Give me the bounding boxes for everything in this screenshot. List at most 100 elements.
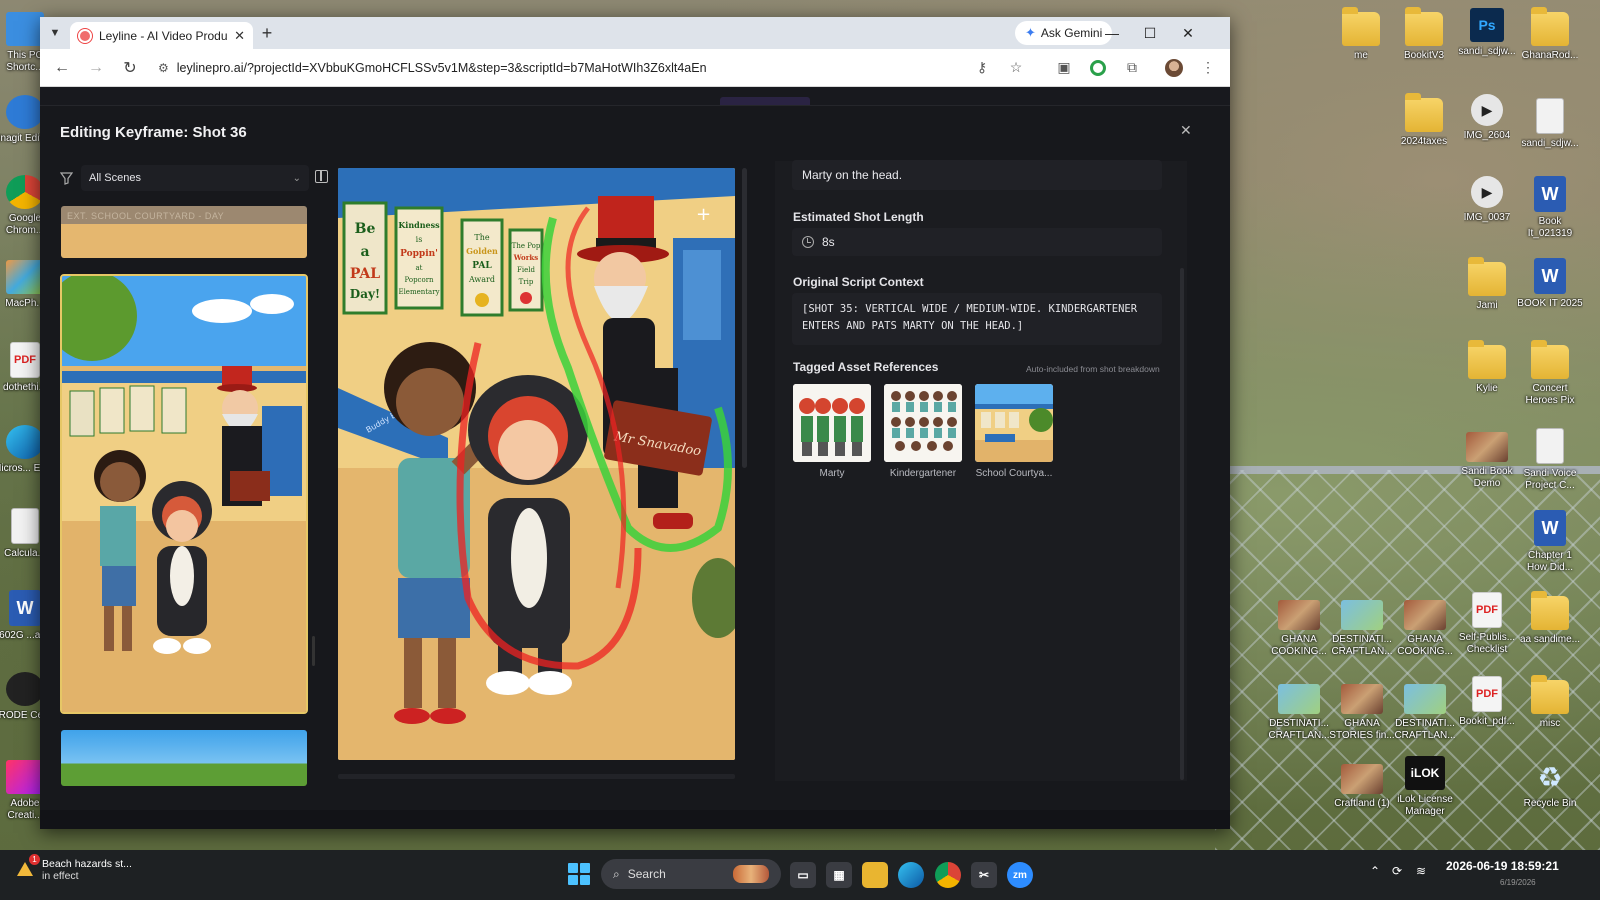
tab-search-button[interactable]: ▼ bbox=[40, 17, 70, 49]
tray-app-icon[interactable]: ⟳ bbox=[1392, 864, 1402, 878]
desktop-icon-destination-1[interactable]: DESTINATI... CRAFTLAN... bbox=[1329, 600, 1395, 658]
keyframe-thumbnail-selected[interactable] bbox=[60, 274, 308, 714]
calculator-taskbar-icon[interactable]: ▦ bbox=[826, 862, 852, 888]
chrome-taskbar-icon[interactable] bbox=[935, 862, 961, 888]
menu-kebab-icon[interactable]: ⋮ bbox=[1194, 54, 1222, 82]
desktop-icon-destination-2[interactable]: DESTINATI... CRAFTLAN... bbox=[1266, 684, 1332, 742]
svg-text:Elementary: Elementary bbox=[398, 288, 439, 296]
ilok-icon: iLOK bbox=[1405, 756, 1445, 790]
word-icon: W bbox=[1534, 176, 1566, 212]
shot-prompt-text: Marty on the head. bbox=[802, 168, 903, 182]
app-header-strip bbox=[40, 87, 1230, 105]
desktop-icon-ghanarod[interactable]: GhanaRod... bbox=[1517, 7, 1583, 62]
close-modal-button[interactable]: ✕ bbox=[1180, 122, 1192, 139]
document-icon bbox=[1536, 428, 1564, 464]
grammarly-extension-icon[interactable] bbox=[1084, 54, 1112, 82]
pdf-icon: PDF bbox=[10, 342, 40, 378]
desktop-icon-ghana-cooking-1[interactable]: GHANA COOKING... bbox=[1266, 600, 1332, 658]
start-button[interactable] bbox=[568, 863, 590, 885]
address-bar[interactable]: ⚙ leylinepro.ai/?projectId=XVbbuKGmoHCFL… bbox=[150, 54, 962, 82]
search-placeholder: Search bbox=[627, 867, 666, 881]
asset-name: School Courtya... bbox=[975, 468, 1053, 479]
toggle-panel-icon[interactable] bbox=[315, 170, 328, 183]
desktop-icon-kylie[interactable]: Kylie bbox=[1454, 340, 1520, 395]
extension-icon[interactable]: ▣ bbox=[1050, 54, 1078, 82]
desktop-icon-bookitv3[interactable]: BookitV3 bbox=[1391, 7, 1457, 62]
video-file-icon: ▶ bbox=[1471, 176, 1503, 208]
desktop-icon-sandi-file[interactable]: sandi_sdjw... bbox=[1517, 98, 1583, 150]
address-bar-row: ← → ↻ ⚙ leylinepro.ai/?projectId=XVbbuKG… bbox=[40, 49, 1230, 87]
keyframe-thumbnail-next[interactable] bbox=[61, 730, 307, 786]
poster-golden-pal-award: The Golden PAL Award bbox=[460, 218, 504, 317]
reload-icon: ↻ bbox=[123, 59, 137, 77]
folder-icon bbox=[1405, 7, 1443, 46]
desktop-icon-ghana-stories[interactable]: GHANA STORIES fin... bbox=[1329, 684, 1395, 742]
shot-length-field: 8s bbox=[792, 228, 1162, 256]
desktop-icon-craftland[interactable]: Craftland (1) bbox=[1329, 764, 1395, 810]
desktop-icon-me[interactable]: me bbox=[1328, 7, 1394, 62]
minimize-button[interactable]: — bbox=[1093, 17, 1131, 49]
maximize-button[interactable]: ☐ bbox=[1131, 17, 1169, 49]
desktop-icon-chapter1[interactable]: W Chapter 1 How Did... bbox=[1517, 510, 1583, 574]
word-icon: W bbox=[9, 590, 41, 626]
thumbnail-scrollbar[interactable] bbox=[312, 636, 315, 666]
desktop-icon-recycle-bin[interactable]: ♻ Recycle Bin bbox=[1517, 760, 1583, 810]
poster-be-a-pal: Be a PAL Day! bbox=[342, 201, 388, 315]
desktop-icon-img0037[interactable]: ▶ IMG_0037 bbox=[1454, 176, 1520, 224]
desktop-icon-aa-sandime[interactable]: aa sandime... bbox=[1517, 591, 1583, 646]
close-tab-icon[interactable]: ✕ bbox=[234, 28, 245, 44]
desktop-icon-img2604[interactable]: ▶ IMG_2604 bbox=[1454, 94, 1520, 142]
svg-text:Golden: Golden bbox=[466, 246, 498, 256]
desktop-icon-bookit-2025[interactable]: W BOOK IT 2025 bbox=[1517, 258, 1583, 310]
weather-widget[interactable]: 1 Beach hazards st... in effect bbox=[14, 854, 132, 882]
taskbar-clock[interactable]: 2026-06-19 18:59:21 bbox=[1446, 859, 1559, 873]
site-info-icon[interactable]: ⚙ bbox=[158, 61, 169, 75]
keyframe-main-image[interactable]: Be a PAL Day! Kindness is Poppin' at Pop… bbox=[338, 168, 735, 760]
wifi-icon[interactable]: ≋ bbox=[1416, 864, 1426, 878]
asset-card-school-courtyard[interactable]: School Courtya... bbox=[975, 384, 1053, 479]
arrow-right-icon: → bbox=[88, 58, 104, 76]
desktop-icon-bookit-pdf[interactable]: PDF Bookit_pdf... bbox=[1454, 676, 1520, 728]
scene-select-dropdown[interactable]: All Scenes ⌄ bbox=[81, 165, 309, 191]
file-explorer-icon[interactable] bbox=[862, 862, 888, 888]
zoom-icon[interactable]: zm bbox=[1007, 862, 1033, 888]
asset-card-kindergartener[interactable]: Kindergartener bbox=[884, 384, 962, 479]
document-icon bbox=[1536, 98, 1564, 134]
close-window-button[interactable]: ✕ bbox=[1169, 17, 1207, 49]
profile-avatar[interactable] bbox=[1160, 54, 1188, 82]
desktop-icon-concert[interactable]: Concert Heroes Pix bbox=[1517, 340, 1583, 407]
shot-prompt-field[interactable]: Marty on the head. bbox=[792, 160, 1162, 190]
task-view-icon[interactable]: ▭ bbox=[790, 862, 816, 888]
desktop-icon-sandi-book-demo[interactable]: Sandi Book Demo bbox=[1454, 432, 1520, 490]
desktop-icon-ghana-cooking-2[interactable]: GHANA COOKING... bbox=[1392, 600, 1458, 658]
desktop-icon-sandi-voice[interactable]: Sandi Voice Project C... bbox=[1517, 428, 1583, 492]
taskbar-search[interactable]: ⌕ Search bbox=[601, 859, 781, 889]
edge-taskbar-icon[interactable] bbox=[898, 862, 924, 888]
bookmark-star-icon[interactable]: ☆ bbox=[1002, 54, 1030, 82]
back-button[interactable]: ← bbox=[48, 54, 76, 82]
tray-overflow-icon[interactable]: ⌃ bbox=[1370, 864, 1380, 878]
image-scrollbar[interactable] bbox=[742, 168, 747, 468]
snipping-tool-icon[interactable]: ✂ bbox=[971, 862, 997, 888]
filter-icon bbox=[60, 171, 73, 185]
new-tab-button[interactable]: + bbox=[253, 23, 281, 44]
edit-keyframe-modal: Editing Keyframe: Shot 36 ✕ All Scenes ⌄… bbox=[40, 105, 1230, 810]
desktop-icon-psd[interactable]: Ps sandi_sdjw... bbox=[1454, 8, 1520, 58]
desktop-icon-2024taxes[interactable]: 2024taxes bbox=[1391, 93, 1457, 148]
desktop-icon-bookit-021319[interactable]: W Book It_021319 bbox=[1517, 176, 1583, 240]
asset-card-marty[interactable]: Marty bbox=[793, 384, 871, 479]
keyframe-thumbnail-prev[interactable]: EXT. SCHOOL COURTYARD - DAY bbox=[61, 206, 307, 258]
desktop-icon-ilok[interactable]: iLOK iLok License Manager bbox=[1392, 756, 1458, 818]
desktop-icon-jami[interactable]: Jami bbox=[1454, 257, 1520, 312]
reload-button[interactable]: ↻ bbox=[116, 54, 144, 82]
desktop-icon-self-publish[interactable]: PDF Self-Publis... Checklist bbox=[1454, 592, 1520, 656]
desktop-icon-destination-3[interactable]: DESTINATI... CRAFTLAN... bbox=[1392, 684, 1458, 742]
tab-leyline[interactable]: Leyline - AI Video Production P ✕ bbox=[70, 22, 253, 49]
details-scrollbar[interactable] bbox=[1180, 268, 1184, 780]
svg-text:Be: Be bbox=[355, 221, 376, 237]
forward-button[interactable]: → bbox=[82, 54, 110, 82]
password-key-icon[interactable]: ⚷ bbox=[968, 54, 996, 82]
desktop-icon-misc[interactable]: misc bbox=[1517, 675, 1583, 730]
weather-alert-icon: 1 bbox=[14, 854, 40, 880]
extensions-puzzle-icon[interactable]: ⧉ bbox=[1118, 54, 1146, 82]
